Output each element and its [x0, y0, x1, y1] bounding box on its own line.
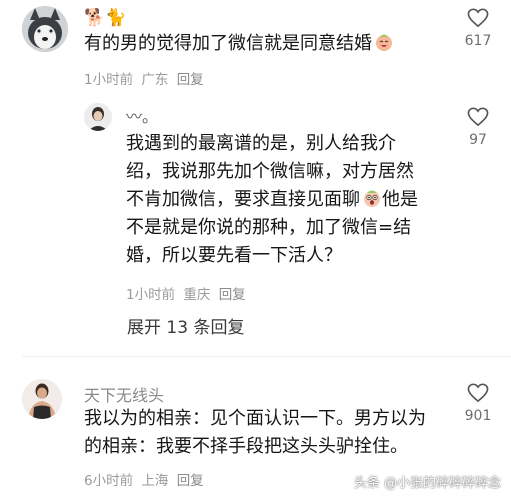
husky-dog-avatar-icon [22, 6, 68, 52]
comment-text-line: 的相亲：我要不择手段把这头头驴拴住。 [84, 436, 408, 457]
comment-location: 重庆 [183, 287, 211, 303]
reply-text-line-with-emoji: 不肯加微信，要求直接见面聊 他是 [126, 186, 446, 214]
reply-text: 我遇到的最离谱的是，别人给我介 绍，我说那先加个微信嘛，对方居然 不肯加微信，要… [126, 130, 446, 270]
expand-replies-button[interactable]: 展开 13 条回复 [127, 313, 244, 338]
like-button[interactable]: 901 [458, 383, 498, 424]
comment-location: 广东 [141, 72, 169, 88]
like-count: 617 [464, 33, 492, 49]
avatar-reply-user[interactable] [84, 103, 112, 131]
comment-username[interactable]: 天下无线头 [84, 382, 164, 406]
reply-button[interactable]: 回复 [177, 72, 204, 88]
reply-text-line: 婚，所以要先看一下活人？ [126, 245, 342, 266]
like-button[interactable]: 97 [458, 107, 498, 148]
comment-meta: 6小时前 上海 回复 [84, 469, 208, 489]
reply-text-segment: 不肯加微信，要求直接见面聊 [126, 189, 360, 210]
watermark: 头条 @小张的碎碎碎碎念 [353, 476, 501, 491]
like-count: 97 [469, 132, 487, 148]
reply-button[interactable]: 回复 [177, 473, 204, 489]
comment-text: 我以为的相亲：见个面认识一下。男方以为 的相亲：我要不择手段把这头头驴拴住。 [84, 405, 454, 461]
reply-button[interactable]: 回复 [219, 287, 246, 303]
person-avatar-icon [84, 103, 112, 131]
like-count: 901 [464, 408, 492, 424]
shocked-emoji-icon [362, 188, 382, 208]
comment-meta: 1小时前 重庆 回复 [126, 283, 250, 303]
reply-text-segment: 他是 [382, 189, 418, 210]
reply-text-line: 我遇到的最离谱的是，别人给我介 [126, 133, 396, 154]
athlete-avatar-icon [22, 379, 62, 419]
comment-location: 上海 [141, 473, 169, 489]
comment-divider [22, 356, 511, 357]
comment-time: 1小时前 [84, 72, 134, 88]
avatar-husky[interactable] [22, 6, 68, 52]
like-button[interactable]: 617 [458, 8, 498, 49]
avatar-athlete[interactable] [22, 379, 62, 419]
comment-text: 有的男的觉得加了微信就是同意结婚 [84, 30, 394, 58]
heart-icon [467, 383, 489, 403]
reply-text-line: 绍，我说那先加个微信嘛，对方居然 [126, 161, 414, 182]
laughing-emoji-icon [374, 32, 394, 52]
comment-username[interactable]: 🐕🐈 [84, 8, 126, 28]
comment-username[interactable]: 〰。 [126, 103, 158, 127]
reply-text-line: 不是就是你说的那种，加了微信=结 [126, 217, 412, 238]
comment-meta: 1小时前 广东 回复 [84, 68, 208, 88]
heart-icon [467, 107, 489, 127]
comment-text-line: 我以为的相亲：见个面认识一下。男方以为 [84, 408, 426, 429]
comment-time: 6小时前 [84, 473, 134, 489]
comment-text-content: 有的男的觉得加了微信就是同意结婚 [84, 33, 372, 54]
comment-time: 1小时前 [126, 287, 176, 303]
heart-icon [467, 8, 489, 28]
